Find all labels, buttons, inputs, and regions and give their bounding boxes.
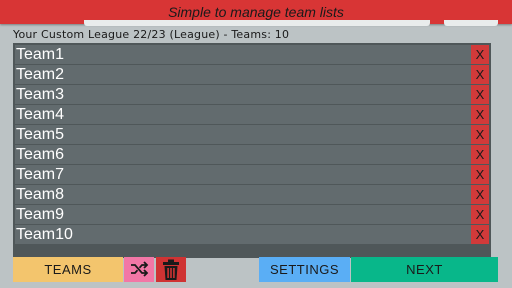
delete-all-button[interactable] — [156, 257, 186, 282]
trash-icon — [163, 259, 179, 280]
team-row[interactable]: Team5 — [15, 125, 471, 144]
remove-team-button[interactable]: X — [471, 85, 489, 104]
remove-team-button[interactable]: X — [471, 185, 489, 204]
team-row[interactable]: Team9 — [15, 205, 471, 224]
team-list[interactable]: Team1 X Team2 X Team3 X Team4 X Team5 X Team6 X Team… — [13, 43, 491, 258]
remove-team-button[interactable]: X — [471, 165, 489, 184]
shuffle-button[interactable] — [124, 257, 154, 282]
remove-team-button[interactable]: X — [471, 65, 489, 84]
team-name: Team5 — [16, 126, 65, 143]
page-title: Simple to manage team lists — [168, 4, 344, 20]
team-row[interactable]: Team8 — [15, 185, 471, 204]
teams-button[interactable]: TEAMS — [13, 257, 123, 282]
header-bar: Simple to manage team lists — [0, 0, 512, 26]
remove-team-button[interactable]: X — [471, 125, 489, 144]
league-summary: Your Custom League 22/23 (League) - Team… — [13, 28, 290, 41]
team-row[interactable]: Team3 — [15, 85, 471, 104]
remove-team-button[interactable]: X — [471, 105, 489, 124]
team-row[interactable]: Team6 — [15, 145, 471, 164]
team-row[interactable]: Team7 — [15, 165, 471, 184]
team-name: Team9 — [16, 206, 65, 223]
team-name: Team4 — [16, 106, 65, 123]
team-name: Team8 — [16, 186, 65, 203]
settings-button[interactable]: SETTINGS — [259, 257, 350, 282]
next-button[interactable]: NEXT — [351, 257, 498, 282]
team-row[interactable]: Team1 — [15, 45, 471, 64]
remove-team-button[interactable]: X — [471, 45, 489, 64]
team-row[interactable]: Team4 — [15, 105, 471, 124]
team-name: Team7 — [16, 166, 65, 183]
team-name: Team10 — [16, 226, 73, 243]
remove-team-button[interactable]: X — [471, 145, 489, 164]
remove-team-button[interactable]: X — [471, 225, 489, 244]
team-name: Team2 — [16, 66, 65, 83]
team-name: Team1 — [16, 46, 65, 63]
team-name: Team3 — [16, 86, 65, 103]
team-row[interactable]: Team2 — [15, 65, 471, 84]
shuffle-icon — [131, 261, 149, 277]
team-row[interactable]: Team10 — [15, 225, 471, 244]
team-name: Team6 — [16, 146, 65, 163]
remove-team-button[interactable]: X — [471, 205, 489, 224]
